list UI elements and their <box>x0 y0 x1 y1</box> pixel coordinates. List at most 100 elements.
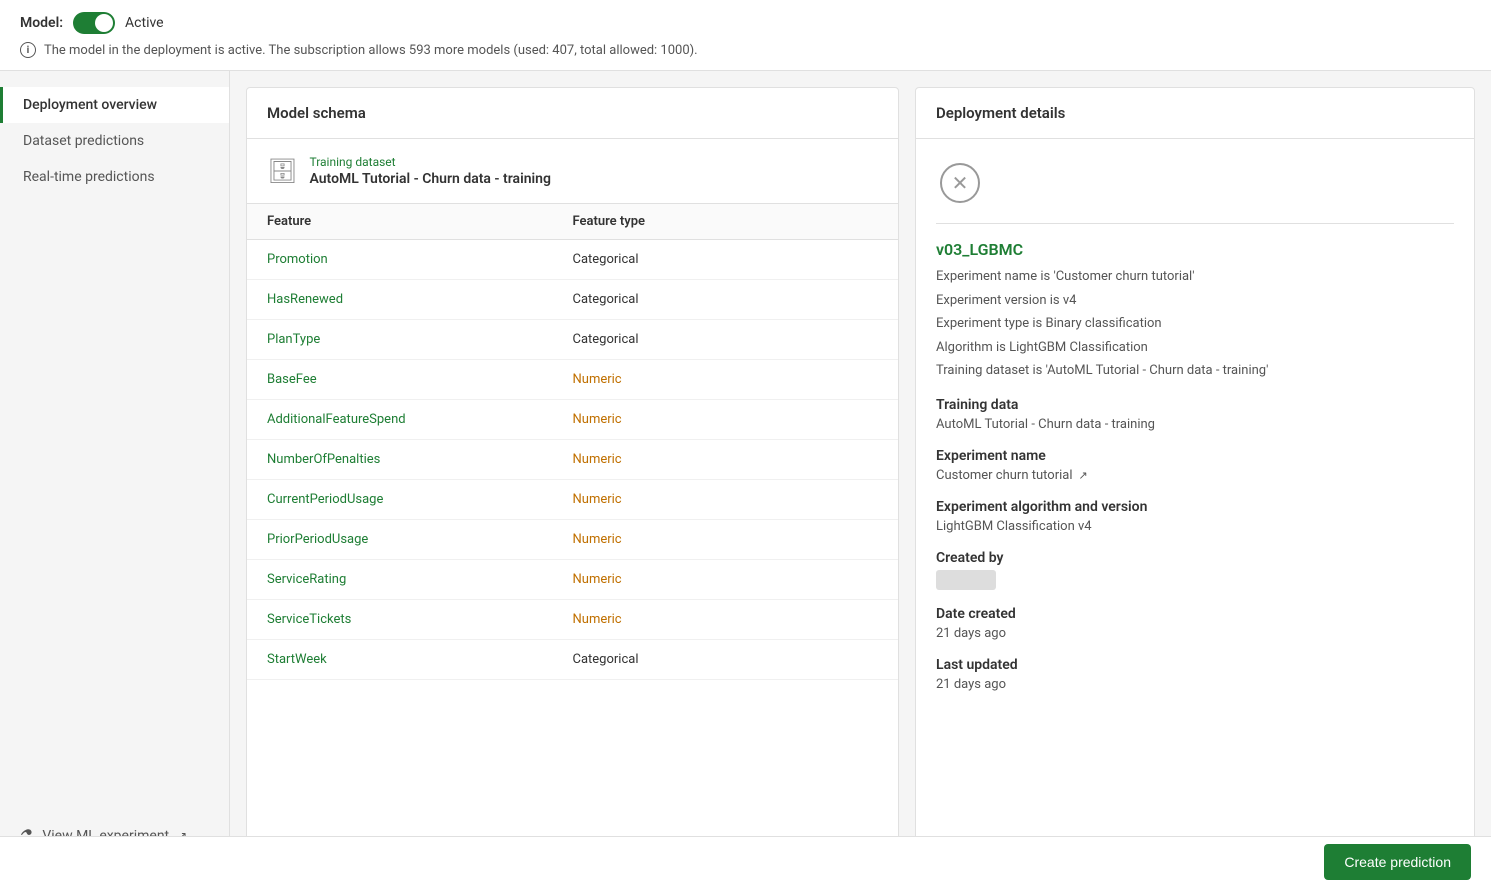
cell-type-1: Categorical <box>573 292 879 307</box>
table-row: PromotionCategorical <box>247 240 898 280</box>
cell-type-2: Categorical <box>573 332 879 347</box>
model-version-name: v03_LGBMC <box>936 240 1454 259</box>
section-value-experiment-algorithm: LightGBM Classification v4 <box>936 519 1454 534</box>
model-status-text: Active <box>125 15 164 31</box>
sidebar-item-deployment-overview[interactable]: Deployment overview <box>0 87 229 123</box>
x-circle-icon: ✕ <box>940 163 980 203</box>
model-toggle[interactable] <box>73 12 115 34</box>
info-text: The model in the deployment is active. T… <box>44 43 698 58</box>
table-row: StartWeekCategorical <box>247 640 898 680</box>
info-icon: i <box>20 42 36 58</box>
cell-type-10: Categorical <box>573 652 879 667</box>
header-feature: Feature <box>267 214 573 229</box>
table-row: PriorPeriodUsageNumeric <box>247 520 898 560</box>
algorithm-value: LightGBM Classification <box>1009 340 1148 355</box>
cell-type-6: Numeric <box>573 492 879 507</box>
section-value-date-created: 21 days ago <box>936 626 1454 641</box>
experiment-name-value: 'Customer churn tutorial' <box>1053 269 1194 284</box>
deployment-details-panel: Deployment details ✕ v03_LGBMC Experimen… <box>915 87 1475 861</box>
model-label: Model: <box>20 15 63 31</box>
details-content: ✕ v03_LGBMC Experiment name is 'Customer… <box>916 139 1474 860</box>
main-content: Deployment overview Dataset predictions … <box>0 71 1491 877</box>
cell-feature-1: HasRenewed <box>267 292 573 307</box>
section-label-created-by: Created by <box>936 550 1454 566</box>
section-label-date-created: Date created <box>936 606 1454 622</box>
sidebar-nav: Deployment overview Dataset predictions … <box>0 87 229 195</box>
experiment-type-label: Experiment type is <box>936 316 1042 331</box>
section-value-experiment-name: Customer churn tutorial <box>936 468 1073 483</box>
training-dataset-label: Training dataset <box>309 155 550 169</box>
model-status-row: Model: Active <box>20 12 1471 34</box>
sidebar-item-real-time-predictions[interactable]: Real-time predictions <box>0 159 229 195</box>
features-rows: PromotionCategoricalHasRenewedCategorica… <box>247 240 898 680</box>
training-dataset-name: AutoML Tutorial - Churn data - training <box>309 171 550 187</box>
info-row: i The model in the deployment is active.… <box>20 42 1471 58</box>
experiment-name-row: Customer churn tutorial ↗ <box>936 468 1454 483</box>
section-label-training-data: Training data <box>936 397 1454 413</box>
cell-feature-5: NumberOfPenalties <box>267 452 573 467</box>
experiment-name-line: Experiment name is 'Customer churn tutor… <box>936 267 1454 287</box>
detail-section-experiment-algorithm: Experiment algorithm and version LightGBM… <box>936 499 1454 534</box>
detail-section-training-data: Training dataAutoML Tutorial - Churn dat… <box>936 397 1454 432</box>
table-row: ServiceRatingNumeric <box>247 560 898 600</box>
experiment-name-label: Experiment name is <box>936 269 1050 284</box>
table-row: HasRenewedCategorical <box>247 280 898 320</box>
experiment-version-line: Experiment version is v4 <box>936 291 1454 311</box>
database-icon: 🗄 <box>267 157 297 185</box>
cell-type-7: Numeric <box>573 532 879 547</box>
table-row: PlanTypeCategorical <box>247 320 898 360</box>
cell-feature-8: ServiceRating <box>267 572 573 587</box>
table-row: CurrentPeriodUsageNumeric <box>247 480 898 520</box>
cell-feature-6: CurrentPeriodUsage <box>267 492 573 507</box>
toggle-knob <box>95 14 113 32</box>
table-row: AdditionalFeatureSpendNumeric <box>247 400 898 440</box>
table-row: ServiceTicketsNumeric <box>247 600 898 640</box>
top-bar: Model: Active i The model in the deploym… <box>0 0 1491 71</box>
training-dataset-info: Training dataset AutoML Tutorial - Churn… <box>309 155 550 187</box>
cell-type-5: Numeric <box>573 452 879 467</box>
section-label-experiment-algorithm: Experiment algorithm and version <box>936 499 1454 515</box>
detail-section-created-by: Created by <box>936 550 1454 590</box>
table-row: NumberOfPenaltiesNumeric <box>247 440 898 480</box>
cell-feature-0: Promotion <box>267 252 573 267</box>
detail-section-date-created: Date created 21 days ago <box>936 606 1454 641</box>
cell-type-9: Numeric <box>573 612 879 627</box>
model-icon-area: ✕ <box>936 159 984 207</box>
table-row: BaseFeeNumeric <box>247 360 898 400</box>
algorithm-label: Algorithm is <box>936 340 1006 355</box>
detail-section-last-updated: Last updated 21 days ago <box>936 657 1454 692</box>
details-divider <box>936 223 1454 224</box>
sidebar-item-dataset-predictions[interactable]: Dataset predictions <box>0 123 229 159</box>
cell-type-8: Numeric <box>573 572 879 587</box>
sidebar: Deployment overview Dataset predictions … <box>0 71 230 877</box>
cell-feature-7: PriorPeriodUsage <box>267 532 573 547</box>
header-feature-type: Feature type <box>573 214 879 229</box>
detail-section-experiment-name: Experiment name Customer churn tutorial ↗ <box>936 448 1454 483</box>
experiment-version-value: v4 <box>1063 293 1077 308</box>
section-label-experiment-name: Experiment name <box>936 448 1454 464</box>
section-label-last-updated: Last updated <box>936 657 1454 673</box>
training-dataset-detail-label: Training dataset is <box>936 363 1042 378</box>
cell-type-0: Categorical <box>573 252 879 267</box>
section-value-last-updated: 21 days ago <box>936 677 1454 692</box>
algorithm-line: Algorithm is LightGBM Classification <box>936 338 1454 358</box>
create-prediction-button[interactable]: Create prediction <box>1324 844 1471 880</box>
cell-feature-2: PlanType <box>267 332 573 347</box>
cell-feature-10: StartWeek <box>267 652 573 667</box>
training-dataset-detail-line: Training dataset is 'AutoML Tutorial - C… <box>936 361 1454 381</box>
table-header: Feature Feature type <box>247 204 898 240</box>
cell-type-4: Numeric <box>573 412 879 427</box>
features-table: Feature Feature type PromotionCategorica… <box>247 204 898 860</box>
deployment-details-title: Deployment details <box>916 88 1474 139</box>
model-schema-title: Model schema <box>247 88 898 139</box>
experiment-type-line: Experiment type is Binary classification <box>936 314 1454 334</box>
model-schema-panel: Model schema 🗄 Training dataset AutoML T… <box>246 87 899 861</box>
cell-feature-3: BaseFee <box>267 372 573 387</box>
experiment-type-value: Binary classification <box>1045 316 1161 331</box>
training-dataset-section: 🗄 Training dataset AutoML Tutorial - Chu… <box>247 139 898 204</box>
footer-bar: Create prediction <box>0 836 1491 886</box>
external-link-icon-experiment-name[interactable]: ↗ <box>1079 469 1088 482</box>
cell-feature-9: ServiceTickets <box>267 612 573 627</box>
avatar <box>936 570 996 590</box>
cell-feature-4: AdditionalFeatureSpend <box>267 412 573 427</box>
